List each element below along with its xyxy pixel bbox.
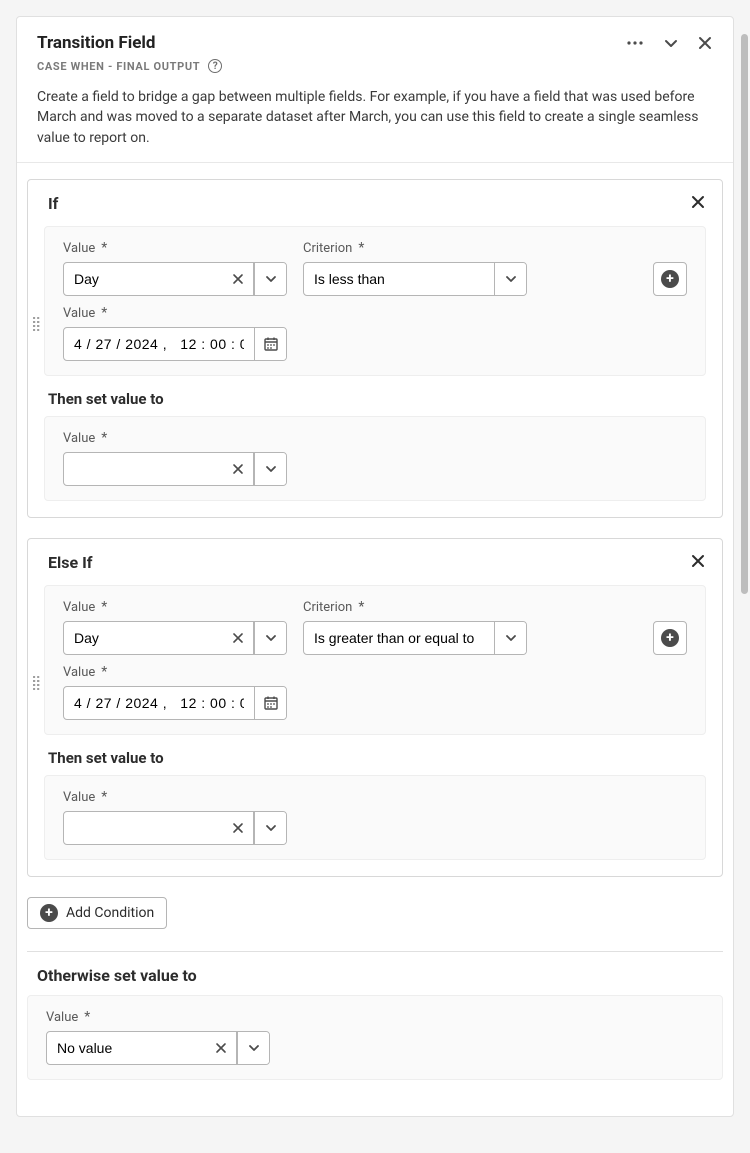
chevron-down-icon[interactable]	[494, 622, 526, 654]
otherwise-value-input[interactable]	[47, 1032, 205, 1064]
condition-title: If	[48, 194, 58, 213]
criterion-combo[interactable]	[303, 621, 527, 655]
chevron-down-icon[interactable]	[494, 263, 526, 295]
add-criterion-button[interactable]: +	[653, 262, 687, 296]
datetime-combo[interactable]	[63, 327, 287, 361]
value-label: Value*	[63, 306, 287, 321]
more-icon[interactable]	[625, 33, 645, 53]
datetime-input[interactable]	[64, 687, 254, 719]
add-condition-button[interactable]: + Add Condition	[27, 897, 167, 929]
drag-handle-icon[interactable]: ⠿⠿	[31, 681, 40, 689]
calendar-icon[interactable]	[254, 687, 286, 719]
clear-icon[interactable]	[222, 622, 254, 654]
condition-card-elseif: Else If ⠿⠿ Value*	[27, 538, 723, 877]
scrollbar[interactable]	[741, 34, 748, 594]
panel-subtitle: CASE WHEN - FINAL OUTPUT	[37, 60, 200, 73]
panel-header: Transition Field CASE WHEN - FINAL OUTPU…	[17, 17, 733, 163]
value-label: Value*	[63, 241, 287, 256]
chevron-down-icon[interactable]	[254, 453, 286, 485]
remove-condition-icon[interactable]	[690, 194, 706, 214]
value-label: Value*	[63, 790, 287, 805]
chevron-down-icon[interactable]	[254, 622, 286, 654]
close-icon[interactable]	[697, 35, 713, 51]
chevron-down-icon[interactable]	[254, 263, 286, 295]
panel-title: Transition Field	[37, 33, 155, 53]
chevron-down-icon[interactable]	[237, 1032, 269, 1064]
clear-icon[interactable]	[222, 453, 254, 485]
panel-description: Create a field to bridge a gap between m…	[37, 87, 713, 148]
then-value-input[interactable]	[64, 812, 222, 844]
then-value-combo[interactable]	[63, 452, 287, 486]
then-value-combo[interactable]	[63, 811, 287, 845]
criterion-input[interactable]	[304, 263, 494, 295]
value-field-combo[interactable]	[63, 621, 287, 655]
value-field-input[interactable]	[64, 622, 222, 654]
calendar-icon[interactable]	[254, 328, 286, 360]
add-criterion-button[interactable]: +	[653, 621, 687, 655]
clear-icon[interactable]	[222, 263, 254, 295]
help-icon[interactable]: ?	[208, 59, 222, 73]
then-set-title: Then set value to	[48, 390, 722, 408]
criterion-combo[interactable]	[303, 262, 527, 296]
value-label: Value*	[63, 665, 287, 680]
value-label: Value*	[63, 431, 287, 446]
condition-card-if: If ⠿⠿ Value*	[27, 179, 723, 518]
remove-condition-icon[interactable]	[690, 553, 706, 573]
chevron-down-icon[interactable]	[254, 812, 286, 844]
clear-icon[interactable]	[205, 1032, 237, 1064]
add-condition-label: Add Condition	[66, 905, 154, 921]
value-field-input[interactable]	[64, 263, 222, 295]
otherwise-card: Value*	[27, 995, 723, 1080]
value-label: Value*	[46, 1010, 270, 1025]
then-set-title: Then set value to	[48, 749, 722, 767]
transition-field-panel: Transition Field CASE WHEN - FINAL OUTPU…	[16, 16, 734, 1117]
value-label: Value*	[63, 600, 287, 615]
otherwise-value-combo[interactable]	[46, 1031, 270, 1065]
condition-title: Else If	[48, 553, 92, 572]
plus-circle-icon: +	[661, 270, 679, 288]
plus-circle-icon: +	[40, 904, 58, 922]
criterion-label: Criterion*	[303, 241, 527, 256]
collapse-icon[interactable]	[663, 35, 679, 51]
plus-circle-icon: +	[661, 629, 679, 647]
then-value-input[interactable]	[64, 453, 222, 485]
clear-icon[interactable]	[222, 812, 254, 844]
criterion-input[interactable]	[304, 622, 494, 654]
divider	[27, 951, 723, 952]
otherwise-title: Otherwise set value to	[37, 966, 723, 985]
value-field-combo[interactable]	[63, 262, 287, 296]
datetime-input[interactable]	[64, 328, 254, 360]
criterion-label: Criterion*	[303, 600, 527, 615]
drag-handle-icon[interactable]: ⠿⠿	[31, 322, 40, 330]
datetime-combo[interactable]	[63, 686, 287, 720]
